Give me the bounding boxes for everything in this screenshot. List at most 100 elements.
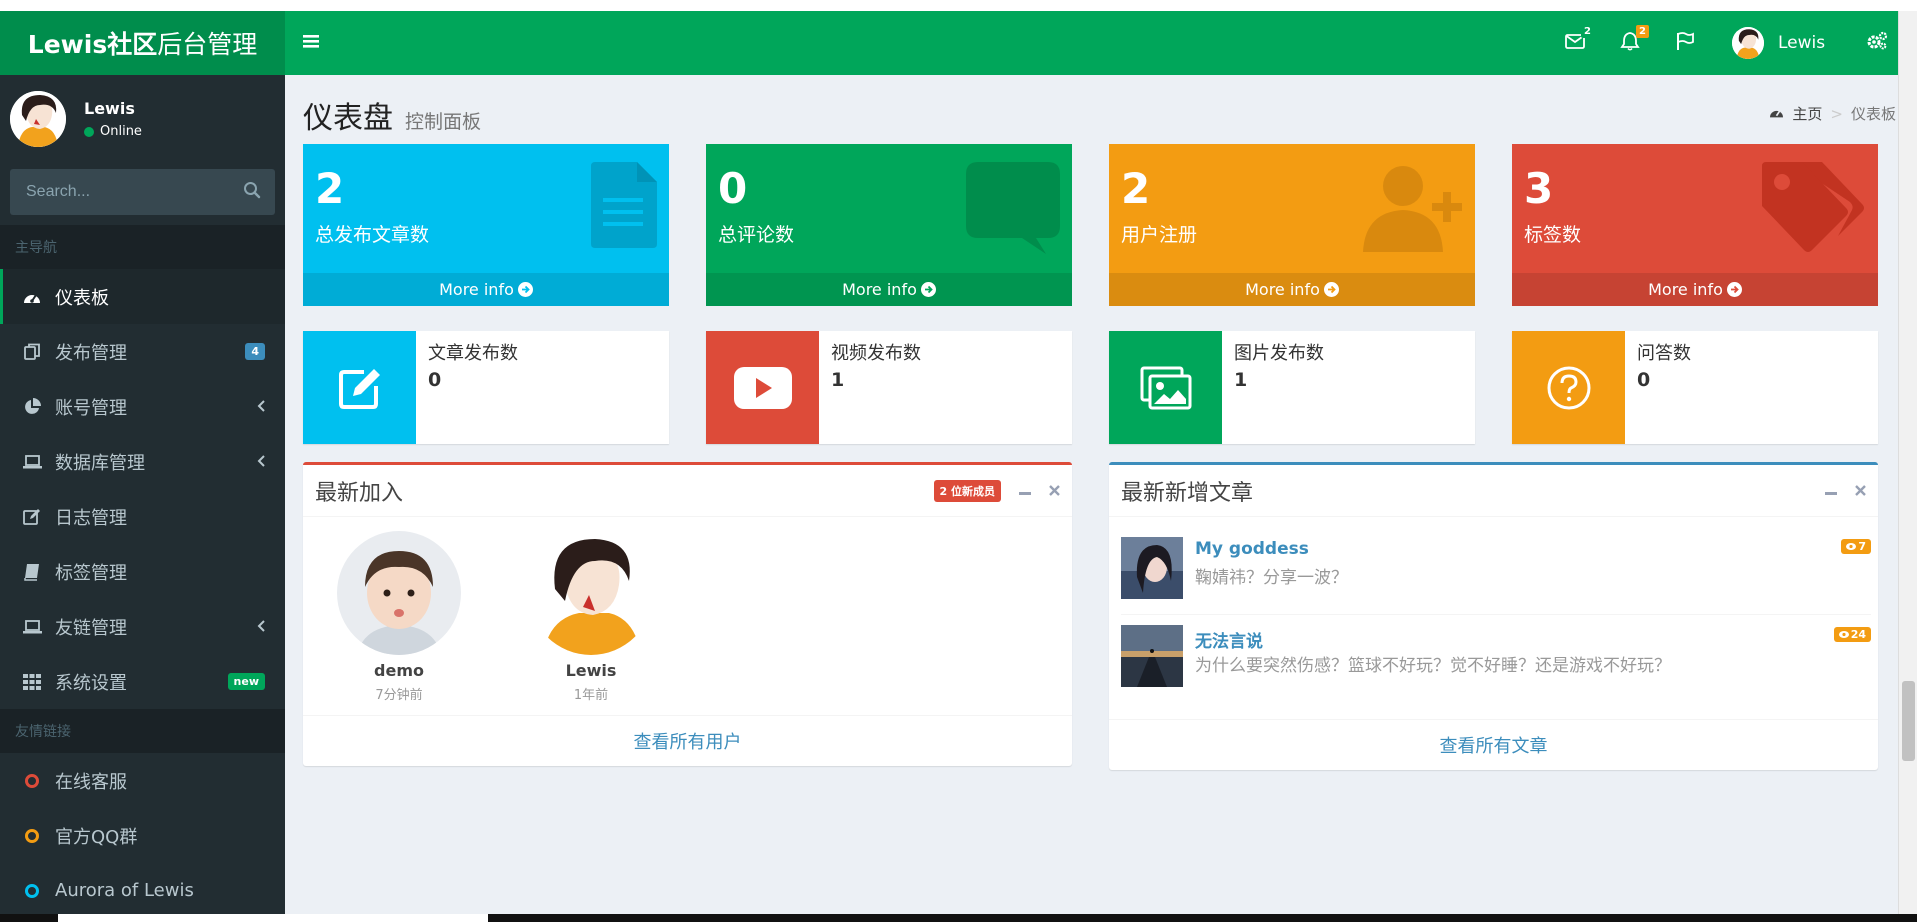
stat-value: 0 [718, 164, 748, 213]
online-status-text: Online [100, 124, 142, 139]
close-icon[interactable] [1049, 481, 1060, 501]
breadcrumb: 主页 > 仪表板 [1769, 103, 1896, 124]
latest-members-box: 最新加入 2 位新成员 demo 7分钟前 Lewis 1年前 查看所有用户 [303, 462, 1072, 766]
view-all-articles-link[interactable]: 查看所有文章 [1109, 719, 1878, 770]
sidebar-item-tags[interactable]: 标签管理 [0, 544, 285, 599]
breadcrumb-current: 仪表板 [1850, 105, 1896, 123]
navbar-user-name: Lewis [1778, 33, 1826, 53]
article-item[interactable]: 无法言说 为什么要突然伤感？篮球不好玩？觉不好睡？还是游戏不好玩？ 24 [1121, 615, 1871, 703]
stat-label: 总评论数 [718, 224, 795, 246]
menu-toggle-icon[interactable] [303, 33, 319, 53]
arrow-circle-right-icon [920, 282, 936, 297]
info-box-value: 1 [831, 369, 845, 391]
more-info-link[interactable]: More info [1512, 273, 1878, 306]
navbar-avatar [1732, 27, 1764, 59]
page-subtitle: 控制面板 [405, 111, 482, 133]
bell-icon[interactable]: 2 [1620, 25, 1649, 55]
more-info-link[interactable]: More info [706, 273, 1072, 306]
stat-value: 2 [1121, 164, 1151, 213]
pie-chart-icon [21, 396, 43, 418]
sidebar-link-online-service[interactable]: 在线客服 [0, 753, 285, 808]
sidebar-item-accounts[interactable]: 账号管理 [0, 379, 285, 434]
page-header: 仪表盘 控制面板 [303, 93, 481, 137]
sidebar-item-label: 发布管理 [55, 342, 127, 364]
publish-count-badge: 4 [245, 343, 265, 360]
sidebar-header-links: 友情链接 [0, 709, 285, 753]
article-item[interactable]: My goddess 鞠婧祎？分享一波？ 7 [1121, 527, 1871, 615]
breadcrumb-home[interactable]: 主页 [1792, 103, 1822, 124]
more-info-link[interactable]: More info [303, 273, 669, 306]
notification-count-badge: 2 [1636, 25, 1649, 38]
flag-icon[interactable] [1675, 31, 1695, 55]
sidebar-item-logs[interactable]: 日志管理 [0, 489, 285, 544]
article-title[interactable]: My goddess [1195, 539, 1309, 559]
box-title: 最新新增文章 [1121, 480, 1254, 506]
more-info-link[interactable]: More info [1109, 273, 1475, 306]
member-card[interactable]: demo 7分钟前 [337, 531, 461, 703]
stat-value: 3 [1524, 164, 1554, 213]
stat-label: 标签数 [1524, 224, 1582, 246]
sidebar: Lewis社区后台管理 Lewis Online 主导航 仪表板 发布管理 [0, 11, 285, 914]
stat-value: 2 [315, 164, 345, 213]
info-box-title: 视频发布数 [831, 343, 921, 364]
close-icon[interactable] [1855, 481, 1866, 501]
edit-icon [21, 506, 43, 528]
sidebar-item-publish[interactable]: 发布管理 4 [0, 324, 285, 379]
sidebar-item-database[interactable]: 数据库管理 [0, 434, 285, 489]
youtube-icon [706, 331, 819, 444]
sidebar-avatar [10, 91, 66, 147]
app-logo[interactable]: Lewis社区 后台管理 [0, 11, 285, 75]
latest-articles-box: 最新新增文章 My goddess 鞠婧祎？分享一波？ 7 无法言说 为什么要突… [1109, 462, 1878, 770]
mail-icon[interactable]: 2 [1565, 25, 1594, 55]
sidebar-item-dashboard[interactable]: 仪表板 [0, 269, 285, 324]
online-status: Online [84, 124, 142, 139]
article-thumbnail [1121, 625, 1183, 687]
sidebar-link-aurora[interactable]: Aurora of Lewis [0, 863, 285, 918]
top-navbar: 2 2 Lewis [285, 11, 1898, 75]
copy-icon [21, 341, 43, 363]
minimize-icon[interactable] [1825, 481, 1837, 501]
sidebar-link-qq-group[interactable]: 官方QQ群 [0, 808, 285, 863]
navbar-user-menu[interactable]: Lewis [1732, 27, 1825, 59]
page-scrollbar[interactable] [1898, 11, 1917, 914]
tags-icon [1762, 162, 1866, 266]
edit-icon [303, 331, 416, 444]
sidebar-item-links[interactable]: 友链管理 [0, 599, 285, 654]
eye-icon [1838, 631, 1849, 638]
gears-icon[interactable] [1866, 31, 1888, 55]
arrow-circle-right-icon [517, 282, 533, 297]
stat-box-comments: 0 总评论数 More info [706, 144, 1072, 306]
laptop-icon [21, 451, 43, 473]
sidebar-search [10, 169, 275, 215]
eye-icon [1846, 543, 1857, 550]
view-all-users-link[interactable]: 查看所有用户 [303, 715, 1072, 766]
user-plus-icon [1363, 162, 1463, 256]
chevron-left-icon [257, 451, 265, 472]
minimize-icon[interactable] [1019, 481, 1031, 501]
article-title[interactable]: 无法言说 [1195, 627, 1263, 652]
breadcrumb-separator: > [1830, 104, 1843, 123]
sidebar-item-settings[interactable]: 系统设置 new [0, 654, 285, 709]
stat-box-articles: 2 总发布文章数 More info [303, 144, 669, 306]
sidebar-link-label: 官方QQ群 [55, 826, 138, 848]
info-box-value: 0 [428, 369, 442, 391]
sidebar-item-label: 仪表板 [55, 287, 109, 309]
info-box-title: 文章发布数 [428, 343, 518, 364]
article-description: 为什么要突然伤感？篮球不好玩？觉不好睡？还是游戏不好玩？ [1195, 656, 1671, 676]
member-name: demo [374, 661, 424, 680]
comment-icon [966, 162, 1060, 258]
scrollbar-thumb[interactable] [1902, 681, 1915, 761]
sidebar-link-label: Aurora of Lewis [55, 880, 194, 901]
sidebar-header-main: 主导航 [0, 225, 285, 269]
box-title: 最新加入 [315, 480, 404, 506]
member-card[interactable]: Lewis 1年前 [529, 531, 653, 703]
member-avatar [529, 531, 653, 655]
sidebar-item-label: 系统设置 [55, 672, 127, 694]
view-count: 24 [1850, 628, 1866, 641]
search-input[interactable] [26, 183, 216, 201]
search-icon[interactable] [243, 181, 261, 203]
browser-top-strip [0, 0, 1917, 11]
stat-box-users: 2 用户注册 More info [1109, 144, 1475, 306]
logo-bold-text: Lewis社区 [27, 30, 158, 59]
stat-label: 总发布文章数 [315, 224, 430, 246]
